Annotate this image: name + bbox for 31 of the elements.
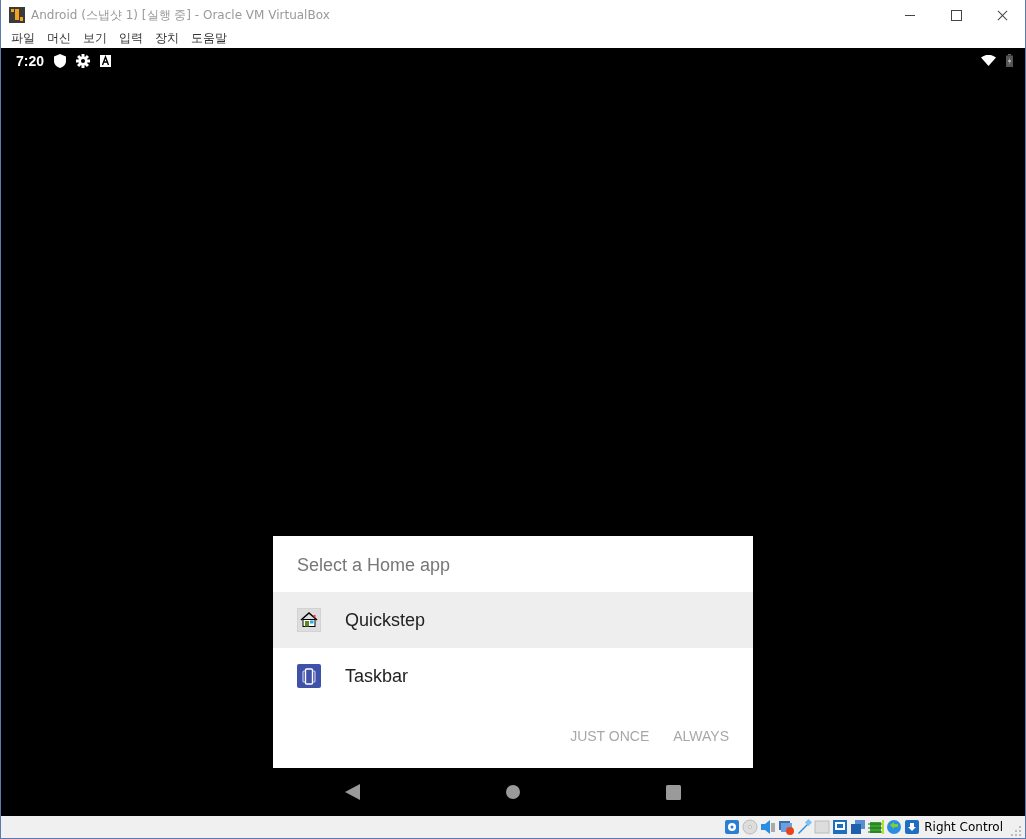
dialog-title: Select a Home app — [296, 554, 452, 578]
back-icon[interactable] — [345, 784, 360, 801]
globe-arrows-icon[interactable] — [886, 819, 903, 835]
house-icon — [297, 608, 321, 633]
chip-icon[interactable] — [868, 819, 885, 835]
network-icon[interactable] — [778, 819, 795, 835]
app-logo-icon — [9, 7, 25, 23]
wifi-icon — [981, 55, 996, 67]
battery-charging-icon — [1006, 54, 1013, 68]
menu-item[interactable]: 머신 — [41, 30, 77, 48]
menu-item[interactable]: 장치 — [149, 30, 185, 48]
phone-pages-icon — [297, 664, 321, 689]
resize-grip-icon[interactable] — [1011, 826, 1021, 836]
host-key-label: Right Control — [924, 820, 1003, 834]
display-icon[interactable] — [832, 819, 849, 835]
windows-icon[interactable] — [850, 819, 867, 835]
menu-item[interactable]: 보기 — [77, 30, 113, 48]
home-icon[interactable] — [506, 785, 520, 800]
menu-item[interactable]: 도움말 — [185, 30, 233, 48]
usb-icon[interactable] — [796, 819, 813, 835]
settings-icon — [76, 54, 91, 68]
app-list-item[interactable]: Quickstep — [273, 592, 753, 649]
recents-icon[interactable] — [666, 784, 681, 800]
keyboard-a-icon — [100, 55, 112, 67]
clock-time: 7:20 — [16, 53, 45, 69]
window-title: Android (스냅샷 1) [실행 중] - Oracle VM VirtualBox — [31, 6, 331, 24]
shield-icon — [54, 54, 67, 68]
menu-item[interactable]: 파일 — [5, 30, 41, 48]
app-list-item[interactable]: Taskbar — [273, 648, 753, 705]
speaker-icon[interactable] — [760, 819, 777, 835]
menu-item[interactable]: 입력 — [113, 30, 149, 48]
